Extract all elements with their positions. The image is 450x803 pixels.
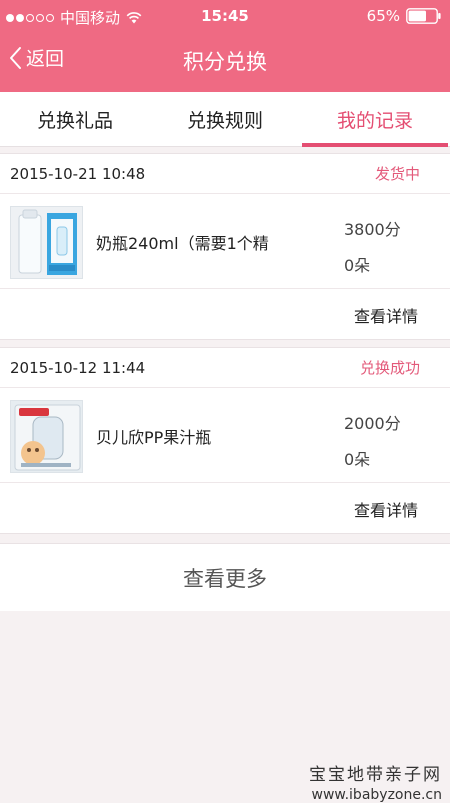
nav-bar: 返回 积分兑换 (0, 32, 450, 92)
order-date: 2015-10-12 11:44 (10, 358, 146, 377)
order-status: 发货中 (374, 165, 420, 183)
view-details-button[interactable]: 查看详情 (354, 497, 418, 521)
points-value: 3800分 (344, 220, 401, 239)
status-bar: 中国移动 15:45 65% (0, 0, 450, 32)
juice-bottle-package-image (11, 401, 82, 472)
baby-bottle-box-image (11, 207, 82, 278)
status-right: 65% (367, 7, 442, 25)
order-status: 兑换成功 (359, 359, 420, 377)
order-card: 2015-10-21 10:48 发货中 奶瓶240ml（需要1个精 3800分… (0, 153, 450, 340)
order-header: 2015-10-21 10:48 发货中 (0, 154, 450, 194)
tab-redeem-gifts[interactable]: 兑换礼品 (0, 92, 150, 146)
flowers-value: 0朵 (344, 256, 371, 275)
order-card: 2015-10-12 11:44 兑换成功 贝儿欣PP果汁瓶 2000分 0朵 … (0, 347, 450, 534)
battery-percent: 65% (366, 7, 400, 25)
battery-icon (406, 8, 441, 24)
product-image (10, 400, 83, 473)
points-value: 2000分 (344, 414, 401, 433)
tab-redeem-rules[interactable]: 兑换规则 (150, 92, 300, 146)
order-footer: 查看详情 (0, 483, 450, 533)
order-header: 2015-10-12 11:44 兑换成功 (0, 348, 450, 388)
item-name: 奶瓶240ml（需要1个精 (96, 234, 269, 253)
page-title: 积分兑换 (183, 50, 267, 74)
product-image (10, 206, 83, 279)
header: 中国移动 15:45 65% 返回 积分兑换 (0, 0, 450, 92)
order-date: 2015-10-21 10:48 (10, 164, 146, 183)
tab-my-records[interactable]: 我的记录 (300, 92, 450, 147)
flowers-value: 0朵 (344, 450, 371, 469)
order-item[interactable]: 奶瓶240ml（需要1个精 3800分 0朵 (0, 194, 450, 289)
watermark: 宝宝地带亲子网 www.ibabyzone.cn (309, 760, 442, 803)
watermark-url: www.ibabyzone.cn (311, 787, 442, 803)
view-more-button[interactable]: 查看更多 (0, 543, 450, 611)
order-item[interactable]: 贝儿欣PP果汁瓶 2000分 0朵 (0, 388, 450, 483)
tab-bar: 兑换礼品 兑换规则 我的记录 (0, 92, 450, 147)
item-name: 贝儿欣PP果汁瓶 (96, 428, 212, 447)
watermark-site-name: 宝宝地带亲子网 (309, 765, 442, 785)
order-footer: 查看详情 (0, 289, 450, 339)
view-details-button[interactable]: 查看详情 (354, 303, 418, 327)
